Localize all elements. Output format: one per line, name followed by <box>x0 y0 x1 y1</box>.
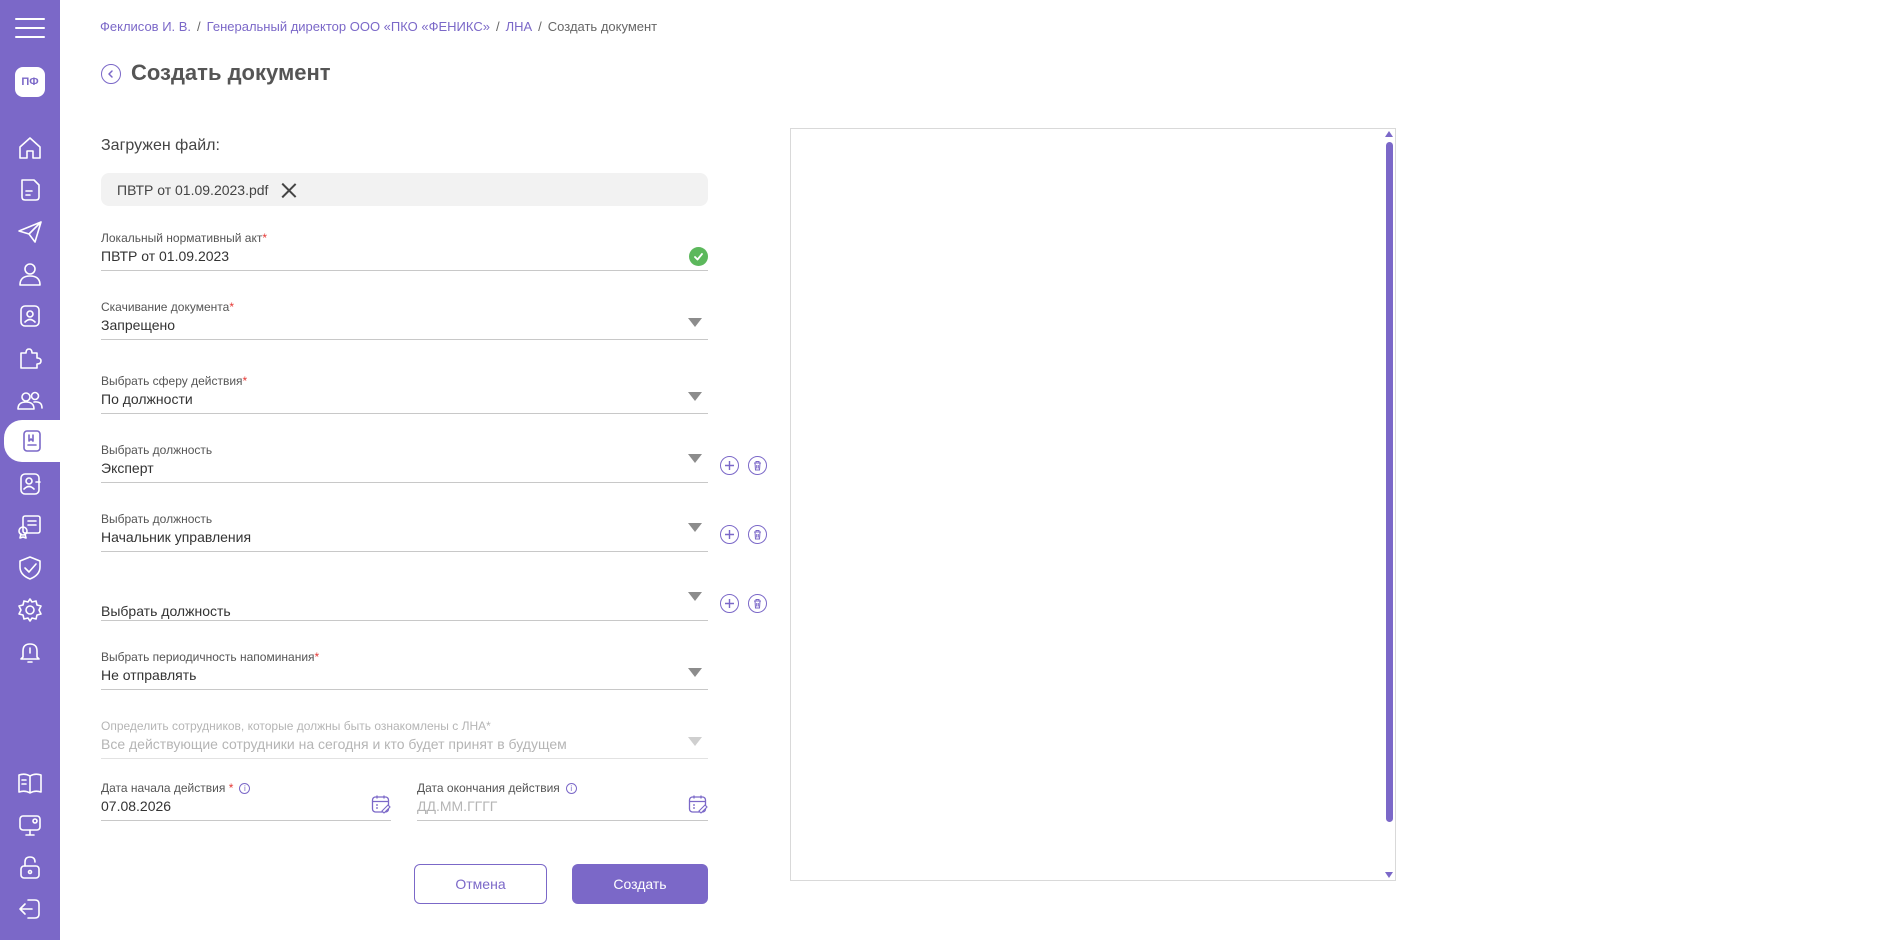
users-icon[interactable] <box>0 379 60 421</box>
download-value: Запрещено <box>101 317 176 333</box>
breadcrumb-separator: / <box>197 19 201 34</box>
scope-value: По должности <box>101 391 193 407</box>
required-mark: * <box>229 300 234 314</box>
create-button[interactable]: Создать <box>572 864 708 904</box>
add-icon[interactable] <box>720 525 739 544</box>
send-icon[interactable] <box>0 211 60 253</box>
close-icon[interactable] <box>280 181 298 199</box>
add-icon[interactable] <box>720 594 739 613</box>
puzzle-icon[interactable] <box>0 337 60 379</box>
required-mark: * <box>314 650 320 664</box>
trash-icon[interactable] <box>748 594 767 613</box>
position-placeholder: Выбрать должность <box>101 603 231 619</box>
bell-icon[interactable] <box>0 631 60 673</box>
breadcrumb-separator: / <box>538 19 542 34</box>
required-mark: * <box>228 781 234 795</box>
dropdown-arrow-icon[interactable] <box>688 523 702 532</box>
dropdown-arrow-icon[interactable] <box>688 318 702 327</box>
start-date-value: 07.08.2026 <box>101 798 172 814</box>
breadcrumb: Феклисов И. В. / Генеральный директор ООО … <box>100 19 657 34</box>
download-select[interactable]: Скачивание документа* Запрещено <box>101 300 708 340</box>
position-select-3[interactable]: Выбрать должность <box>101 581 708 621</box>
menu-icon[interactable] <box>15 18 45 45</box>
breadcrumb-company[interactable]: Генеральный директор ООО «ПКО «ФЕНИКС» <box>207 19 490 34</box>
check-circle-icon <box>689 247 708 266</box>
user-icon[interactable] <box>0 253 60 295</box>
page-title: Создать документ <box>131 60 331 85</box>
download-label: Скачивание документа <box>101 300 230 314</box>
reminder-label: Выбрать периодичность напоминания <box>101 650 315 664</box>
breadcrumb-lna[interactable]: ЛНА <box>506 19 533 34</box>
trash-icon[interactable] <box>748 456 767 475</box>
position-value: Эксперт <box>101 460 154 476</box>
lna-icon[interactable] <box>0 420 60 462</box>
position-actions-3 <box>720 594 767 613</box>
calendar-icon[interactable] <box>371 794 391 819</box>
back-icon[interactable] <box>101 64 121 84</box>
position-actions-2 <box>720 525 767 544</box>
dropdown-arrow-icon[interactable] <box>688 392 702 401</box>
contact-icon[interactable] <box>0 463 60 505</box>
scroll-up-arrow-icon[interactable] <box>1385 131 1393 137</box>
position-select-2[interactable]: Выбрать должность Начальник управления <box>101 512 708 552</box>
reminder-select[interactable]: Выбрать периодичность напоминания* Не от… <box>101 650 708 690</box>
start-date-label: Дата начала действия <box>101 781 226 795</box>
document-icon[interactable] <box>0 169 60 211</box>
position-value: Начальник управления <box>101 529 252 545</box>
position-label: Выбрать должность <box>101 443 213 457</box>
logo: ПФ <box>15 67 45 97</box>
home-icon[interactable] <box>0 127 60 169</box>
unlock-icon[interactable] <box>0 846 60 888</box>
lna-field[interactable]: Локальный нормативный акт* ПВТР от 01.09… <box>101 231 708 271</box>
uploaded-file-name: ПВТР от 01.09.2023.pdf <box>117 181 269 198</box>
book-icon[interactable] <box>0 762 60 804</box>
breadcrumb-separator: / <box>495 19 500 34</box>
breadcrumb-current: Создать документ <box>547 19 658 34</box>
scope-label: Выбрать сферу действия <box>101 374 243 388</box>
trash-icon[interactable] <box>748 525 767 544</box>
dropdown-arrow-icon <box>688 737 702 746</box>
sidebar: ПФ <box>0 0 60 940</box>
employees-value: Все действующие сотрудники на сегодня и … <box>101 736 567 752</box>
reminder-value: Не отправлять <box>101 667 197 683</box>
dropdown-arrow-icon[interactable] <box>688 454 702 463</box>
monitor-icon[interactable] <box>0 804 60 846</box>
scroll-down-arrow-icon[interactable] <box>1385 872 1393 878</box>
dropdown-arrow-icon[interactable] <box>688 668 702 677</box>
employees-select: Определить сотрудников, которые должны б… <box>101 719 708 759</box>
logout-icon[interactable] <box>0 888 60 930</box>
end-date-placeholder: ДД.ММ.ГГГГ <box>417 798 498 814</box>
lna-label: Локальный нормативный акт <box>101 231 263 245</box>
document-preview[interactable] <box>790 128 1396 881</box>
breadcrumb-user[interactable]: Феклисов И. В. <box>100 19 191 34</box>
dropdown-arrow-icon[interactable] <box>688 592 702 601</box>
end-date-field[interactable]: Дата окончания действия i ДД.ММ.ГГГГ <box>417 781 708 821</box>
certificate-icon[interactable] <box>0 505 60 547</box>
settings-icon[interactable] <box>0 589 60 631</box>
start-date-field[interactable]: Дата начала действия * i 07.08.2026 <box>101 781 391 821</box>
info-icon[interactable]: i <box>565 783 577 794</box>
lna-value: ПВТР от 01.09.2023 <box>101 248 230 264</box>
scope-select[interactable]: Выбрать сферу действия* По должности <box>101 374 708 414</box>
shield-icon[interactable] <box>0 547 60 589</box>
cancel-button[interactable]: Отмена <box>414 864 547 904</box>
required-mark: * <box>262 231 268 245</box>
required-mark: * <box>242 374 248 388</box>
position-label: Выбрать должность <box>101 512 213 526</box>
scrollbar-thumb[interactable] <box>1386 142 1393 822</box>
position-select-1[interactable]: Выбрать должность Эксперт <box>101 443 708 483</box>
badge-icon[interactable] <box>0 295 60 337</box>
add-icon[interactable] <box>720 456 739 475</box>
end-date-label: Дата окончания действия <box>417 781 560 795</box>
employees-label: Определить сотрудников, которые должны б… <box>101 719 491 733</box>
calendar-icon[interactable] <box>688 794 708 819</box>
info-icon[interactable]: i <box>239 783 251 794</box>
uploaded-file-chip: ПВТР от 01.09.2023.pdf <box>101 173 708 206</box>
uploaded-file-label: Загружен файл: <box>101 137 220 154</box>
position-actions-1 <box>720 456 767 475</box>
